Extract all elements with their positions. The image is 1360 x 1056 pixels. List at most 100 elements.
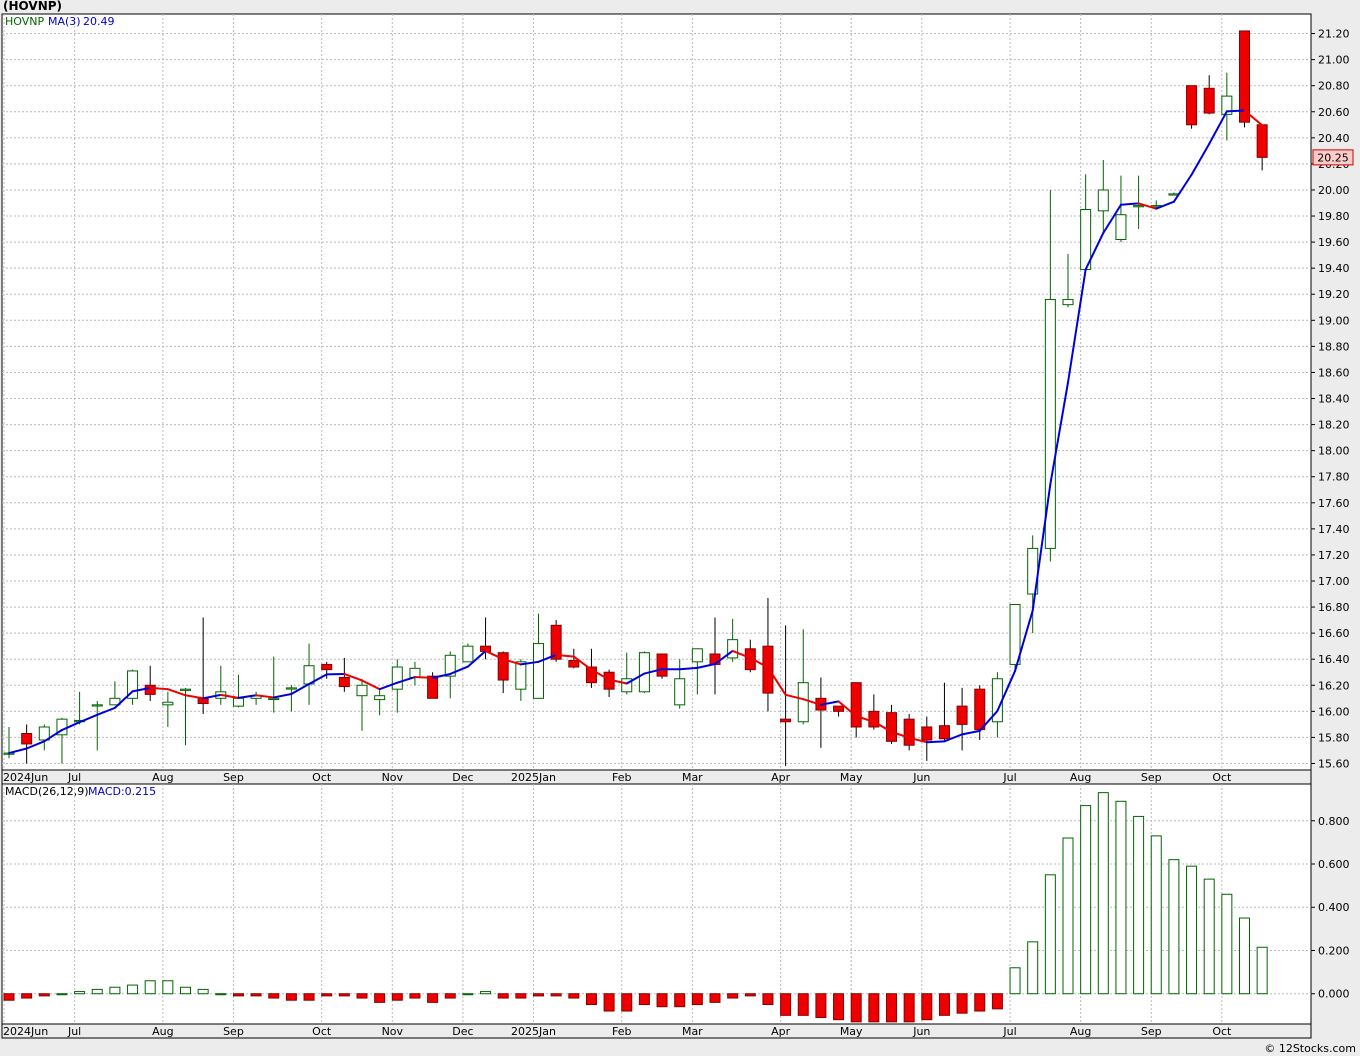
price-month-label: Apr bbox=[771, 771, 791, 784]
macd-bar bbox=[391, 993, 403, 1001]
price-tick-label: 19.60 bbox=[1318, 236, 1350, 249]
macd-month-label: Oct bbox=[1212, 1025, 1232, 1038]
macd-legend: MACD(26,12,9) bbox=[5, 785, 89, 798]
price-month-label: 2024Jun bbox=[3, 771, 48, 784]
price-tick-label: 15.80 bbox=[1318, 731, 1350, 744]
last-price-label: 20.25 bbox=[1317, 151, 1349, 164]
candle-body bbox=[850, 682, 862, 728]
macd-panel bbox=[1, 783, 1312, 1025]
macd-bar bbox=[956, 993, 968, 1014]
price-month-label: Aug bbox=[152, 771, 173, 784]
candle-body bbox=[427, 675, 439, 699]
candle-body bbox=[1239, 30, 1250, 123]
macd-bar bbox=[127, 984, 139, 995]
macd-bar bbox=[1256, 946, 1268, 995]
candle-body bbox=[144, 684, 156, 695]
macd-bar bbox=[1027, 941, 1039, 995]
price-tick-label: 16.80 bbox=[1318, 601, 1350, 614]
macd-bar bbox=[215, 993, 227, 996]
price-month-label: 2025Jan bbox=[511, 771, 556, 784]
macd-axis-ticks: 0.000 0.200 0.400 0.600 0.800 bbox=[1311, 815, 1350, 1001]
candle-body bbox=[674, 678, 686, 706]
macd-bar bbox=[674, 993, 686, 1008]
macd-bar bbox=[1115, 800, 1127, 995]
macd-legend-value: MACD:0.215 bbox=[88, 785, 156, 798]
candle-body bbox=[921, 726, 933, 741]
price-tick-label: 16.60 bbox=[1318, 627, 1350, 640]
macd-month-label: Feb bbox=[612, 1025, 631, 1038]
macd-bar bbox=[497, 993, 509, 999]
candle-body bbox=[515, 661, 527, 690]
candle bbox=[903, 713, 915, 751]
macd-bar bbox=[1133, 815, 1145, 995]
price-month-label: May bbox=[840, 771, 863, 784]
macd-month-label: Jul bbox=[1002, 1025, 1016, 1038]
price-panel bbox=[1, 13, 1312, 771]
price-tick-label: 21.00 bbox=[1318, 54, 1350, 67]
macd-month-label: 2025Jan bbox=[511, 1025, 556, 1038]
candle-body bbox=[1115, 214, 1127, 240]
symbol-legend: HOVNP bbox=[5, 15, 44, 28]
candle-body bbox=[321, 663, 333, 671]
candle-body bbox=[268, 697, 280, 701]
macd-bar bbox=[638, 993, 650, 1006]
macd-bar bbox=[1062, 837, 1074, 995]
macd-month-label: Aug bbox=[152, 1025, 173, 1038]
price-tick-label: 18.60 bbox=[1318, 366, 1350, 379]
ma-segment bbox=[1225, 109, 1246, 113]
macd-bar bbox=[762, 993, 774, 1006]
ma-legend: MA(3) bbox=[48, 15, 81, 28]
candle-body bbox=[886, 712, 897, 742]
macd-date-strip bbox=[1, 1023, 1312, 1039]
price-month-label: Oct bbox=[312, 771, 332, 784]
candle-body bbox=[338, 676, 350, 688]
macd-bar bbox=[444, 993, 456, 999]
price-month-label: Jul bbox=[67, 771, 81, 784]
macd-bar bbox=[1044, 874, 1056, 995]
price-tick-label: 18.80 bbox=[1318, 340, 1350, 353]
macd-bar bbox=[868, 993, 880, 1023]
macd-month-label: Apr bbox=[771, 1025, 791, 1038]
macd-bar bbox=[727, 993, 739, 999]
macd-bar bbox=[903, 993, 915, 1023]
macd-bar bbox=[603, 993, 615, 1012]
price-tick-label: 21.20 bbox=[1318, 28, 1350, 41]
macd-bar bbox=[1097, 792, 1109, 995]
candle-body bbox=[656, 653, 668, 677]
macd-bar bbox=[515, 993, 527, 999]
macd-bar bbox=[850, 993, 862, 1023]
macd-tick-label: 0.200 bbox=[1318, 944, 1350, 957]
price-tick-label: 17.00 bbox=[1318, 575, 1350, 588]
candle-body bbox=[462, 645, 474, 663]
stock-chart: 15.60 15.80 16.00 16.20 16.40 16.60 16.80 17.00… bbox=[1, 0, 1356, 1055]
ma-segment bbox=[1119, 202, 1140, 206]
macd-bar bbox=[374, 993, 386, 1003]
candle bbox=[656, 653, 668, 679]
macd-month-label: Sep bbox=[1141, 1025, 1162, 1038]
candle-body bbox=[533, 643, 544, 699]
ma-legend-value: 20.49 bbox=[83, 15, 115, 28]
candle-body bbox=[1203, 87, 1215, 114]
price-month-label: Jun bbox=[912, 771, 930, 784]
macd-bar bbox=[780, 993, 792, 1016]
price-axis-ticks: 15.60 15.80 16.00 16.20 16.40 16.60 16.80 17.00… bbox=[1311, 28, 1350, 770]
candle-body bbox=[285, 687, 297, 690]
price-tick-label: 20.00 bbox=[1318, 184, 1350, 197]
macd-bar bbox=[38, 993, 50, 997]
macd-bar bbox=[232, 993, 244, 997]
price-tick-label: 18.40 bbox=[1318, 393, 1350, 406]
macd-bar bbox=[833, 993, 845, 1021]
macd-bar bbox=[144, 980, 156, 995]
candle bbox=[1186, 85, 1198, 129]
price-tick-label: 16.40 bbox=[1318, 653, 1350, 666]
macd-bar bbox=[691, 993, 703, 1006]
price-tick-label: 20.80 bbox=[1318, 80, 1350, 93]
price-tick-label: 16.00 bbox=[1318, 705, 1350, 718]
macd-month-label: Jul bbox=[67, 1025, 81, 1038]
macd-bar bbox=[338, 993, 350, 997]
price-tick-label: 18.00 bbox=[1318, 445, 1350, 458]
macd-bar bbox=[321, 993, 333, 997]
macd-month-label: May bbox=[840, 1025, 863, 1038]
candle-body bbox=[727, 639, 739, 659]
ma-segment bbox=[413, 676, 434, 679]
